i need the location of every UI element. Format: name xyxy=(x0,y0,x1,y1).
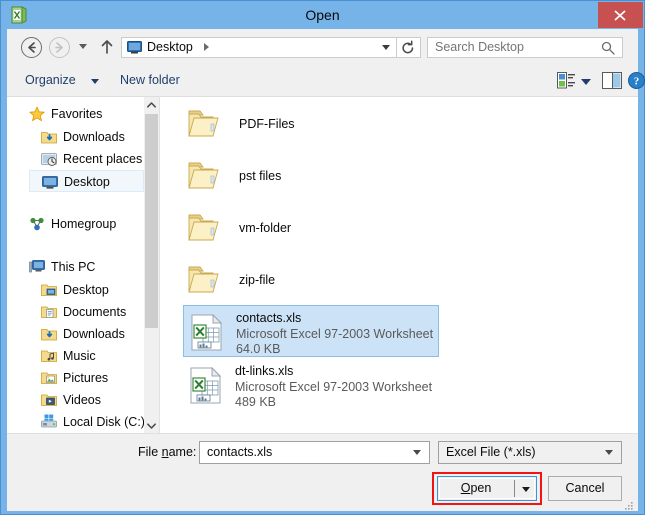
file-type-filter-value[interactable]: Excel File (*.xls) xyxy=(446,442,536,463)
organize-button[interactable]: Organize xyxy=(25,65,76,96)
sidebar-item-desktop[interactable]: Desktop xyxy=(29,170,144,192)
command-toolbar: Organize New folder ? xyxy=(7,65,645,96)
sidebar-item-label: Music xyxy=(63,349,96,363)
folder-icon xyxy=(187,108,223,140)
sidebar-group-label: This PC xyxy=(51,260,96,274)
search-input[interactable]: Search Desktop xyxy=(427,37,623,58)
item-name: PDF-Files xyxy=(239,117,295,131)
preview-pane-icon[interactable] xyxy=(602,72,622,94)
window-title: Open xyxy=(305,7,340,23)
list-item[interactable]: dt-links.xls Microsoft Excel 97-2003 Wor… xyxy=(183,359,439,411)
item-size: 489 KB xyxy=(235,395,277,409)
back-arrow-icon[interactable] xyxy=(21,37,42,58)
resize-grip-icon[interactable] xyxy=(624,498,634,510)
chevron-down-icon[interactable] xyxy=(605,450,613,455)
open-button-divider xyxy=(514,480,515,497)
sidebar-item-label: Desktop xyxy=(63,283,109,297)
desktop-folder-icon xyxy=(41,282,57,298)
title-bar: Open xyxy=(1,1,644,29)
item-type: Microsoft Excel 97-2003 Worksheet xyxy=(236,327,434,341)
sidebar-item-label: Desktop xyxy=(64,175,110,189)
file-list: PDF-Files pst files vm-folder zip-file c… xyxy=(163,97,622,434)
scroll-up-arrow-icon[interactable] xyxy=(144,97,159,113)
sidebar-item-label: Downloads xyxy=(63,327,125,341)
pictures-folder-icon xyxy=(41,370,57,386)
dialog-footer: File name: contacts.xls Excel File (*.xl… xyxy=(7,433,638,511)
navigation-pane: Favorites Downloads Recent places Deskto… xyxy=(7,97,159,434)
list-item[interactable]: contacts.xls Microsoft Excel 97-2003 Wor… xyxy=(183,305,439,357)
refresh-button[interactable] xyxy=(397,37,421,58)
documents-folder-icon xyxy=(41,304,57,320)
videos-folder-icon xyxy=(41,392,57,408)
open-button-label: Open xyxy=(460,481,492,495)
recent-locations-chevron-icon[interactable] xyxy=(79,44,87,49)
folder-icon xyxy=(187,212,223,244)
address-dropdown-icon[interactable] xyxy=(382,45,390,50)
file-name-label: File name: xyxy=(138,445,197,459)
chevron-down-icon[interactable] xyxy=(581,79,591,85)
downloads-folder-icon xyxy=(41,326,57,342)
item-name: contacts.xls xyxy=(236,311,302,325)
list-item[interactable]: zip-file xyxy=(177,256,607,308)
sidebar-item-label: Documents xyxy=(63,305,127,319)
homegroup-icon xyxy=(29,216,45,232)
sidebar-scrollbar[interactable] xyxy=(144,97,159,434)
address-bar[interactable]: Desktop xyxy=(121,37,397,58)
close-button[interactable] xyxy=(598,2,643,28)
svg-text:?: ? xyxy=(634,76,640,88)
chevron-down-icon[interactable] xyxy=(522,487,530,492)
item-size: 64.0 KB xyxy=(236,342,281,356)
recent-places-icon xyxy=(41,151,57,167)
item-name: zip-file xyxy=(239,273,276,287)
file-name-input[interactable]: contacts.xls xyxy=(199,441,430,464)
sidebar-item-label: Downloads xyxy=(63,130,125,144)
item-name: dt-links.xls xyxy=(235,364,294,378)
excel-file-icon xyxy=(189,366,225,405)
breadcrumb-separator-icon[interactable] xyxy=(204,43,209,51)
file-name-value[interactable]: contacts.xls xyxy=(207,442,272,463)
excel-file-icon xyxy=(190,313,226,352)
change-view-icon[interactable] xyxy=(557,72,575,94)
search-placeholder: Search Desktop xyxy=(435,40,524,54)
cancel-button[interactable]: Cancel xyxy=(548,476,622,501)
desktop-icon xyxy=(127,41,142,54)
list-item[interactable]: vm-folder xyxy=(177,204,607,256)
computer-icon xyxy=(29,259,45,275)
open-button[interactable]: Open xyxy=(437,476,537,501)
sidebar-group-label: Favorites xyxy=(51,107,103,121)
downloads-folder-icon xyxy=(41,129,57,145)
sidebar-item-label: Recent places xyxy=(63,152,143,166)
star-icon xyxy=(29,106,45,122)
new-folder-button[interactable]: New folder xyxy=(120,65,180,96)
sidebar-group-label: Homegroup xyxy=(51,217,117,231)
dialog-body: Favorites Downloads Recent places Deskto… xyxy=(7,96,638,434)
forward-arrow-icon[interactable] xyxy=(49,37,70,58)
chevron-down-icon[interactable] xyxy=(91,79,99,84)
desktop-icon xyxy=(42,174,58,190)
search-icon[interactable] xyxy=(601,41,615,60)
file-type-filter-select[interactable]: Excel File (*.xls) xyxy=(438,441,622,464)
chevron-down-icon[interactable] xyxy=(413,450,421,455)
folder-icon xyxy=(187,160,223,192)
sidebar-scrollbar-thumb[interactable] xyxy=(145,114,158,328)
item-type: Microsoft Excel 97-2003 Worksheet xyxy=(235,380,433,394)
item-name: pst files xyxy=(239,169,282,183)
sidebar-item-label: Pictures xyxy=(63,371,109,385)
music-folder-icon xyxy=(41,348,57,364)
list-item[interactable]: PDF-Files xyxy=(177,100,607,152)
drive-icon xyxy=(41,414,57,430)
help-icon[interactable]: ? xyxy=(628,72,645,94)
open-file-dialog: Open Desktop Search Desktop Organize New… xyxy=(0,0,645,515)
sidebar-item-label: Local Disk (C:) xyxy=(63,415,145,429)
folder-icon xyxy=(187,264,223,296)
navigation-bar: Desktop Search Desktop xyxy=(7,29,638,66)
list-item[interactable]: pst files xyxy=(177,152,607,204)
item-name: vm-folder xyxy=(239,221,292,235)
dialog-client-area: Desktop Search Desktop Organize New fold… xyxy=(7,29,645,511)
scroll-down-arrow-icon[interactable] xyxy=(144,418,159,434)
up-one-level-icon[interactable] xyxy=(99,38,115,56)
sidebar-item-label: Videos xyxy=(63,393,101,407)
breadcrumb[interactable]: Desktop xyxy=(147,38,193,57)
